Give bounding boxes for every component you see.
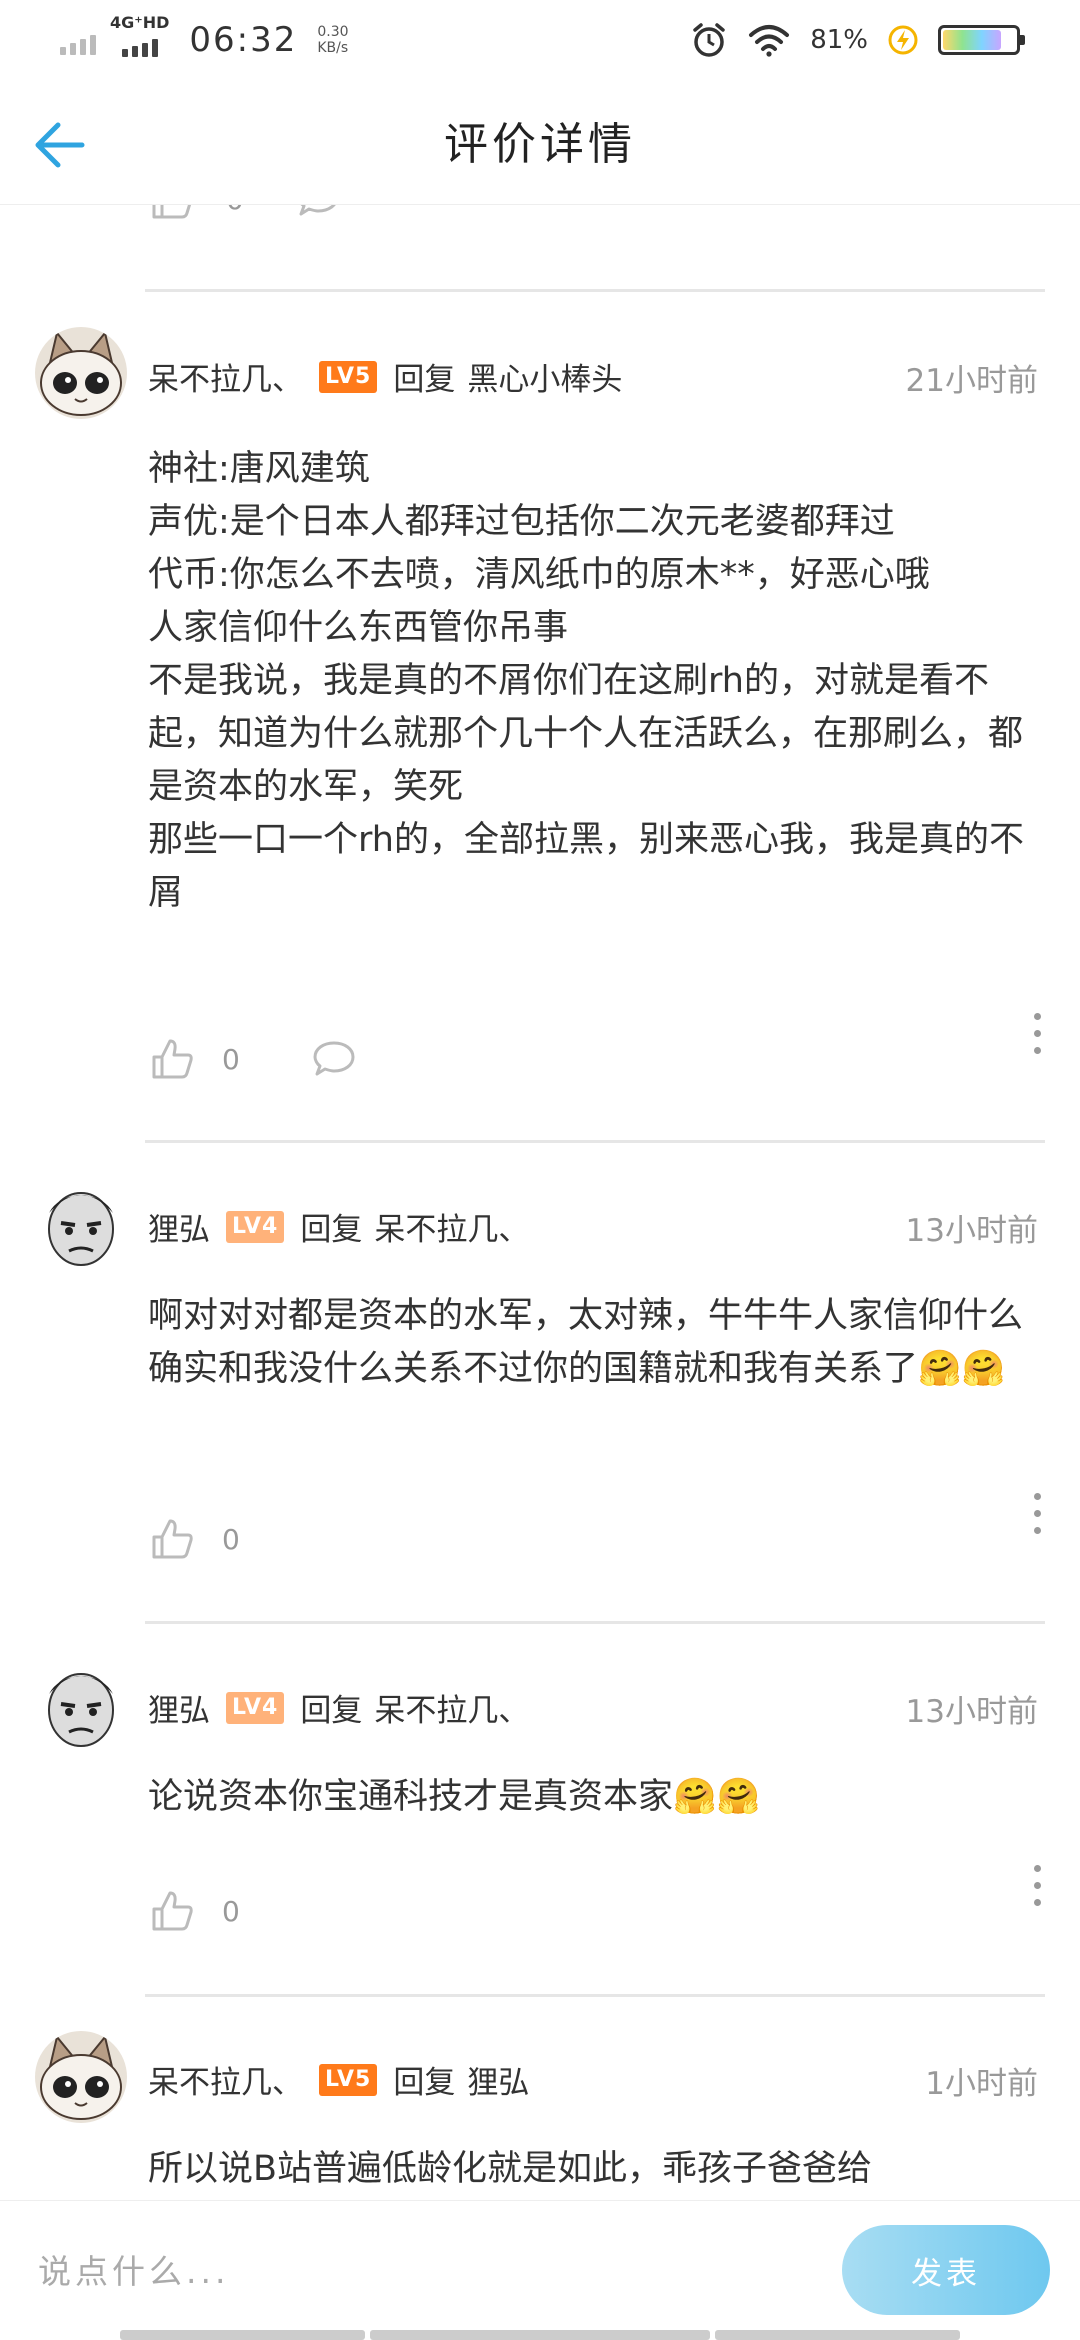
reply-label: 回复	[300, 1693, 363, 1729]
meme-face-avatar-icon	[35, 1179, 127, 1271]
more-options-icon[interactable]	[1032, 1013, 1042, 1054]
more-options-icon[interactable]	[1032, 1865, 1042, 1906]
comment-actions: 0	[150, 1517, 240, 1561]
author-name[interactable]: 狸弘	[148, 1204, 210, 1249]
thumbs-up-icon[interactable]	[150, 1889, 196, 1933]
app-header: 评价详情	[0, 80, 1080, 205]
like-count: 0	[222, 1894, 240, 1928]
comment-header: 狸弘 LV4 回复 呆不拉几、	[148, 1685, 529, 1730]
divider	[145, 289, 1045, 292]
nav-gesture-bar	[715, 2330, 960, 2340]
network-type: 4G⁺HD	[110, 13, 170, 32]
submit-button[interactable]: 发表	[842, 2225, 1050, 2315]
comment-line: 那些一口一个rh的，全部拉黑，别来恶心我，我是真的不屑	[148, 820, 1024, 913]
cat-avatar-icon	[35, 327, 127, 419]
comment-icon[interactable]	[296, 205, 340, 219]
avatar[interactable]	[35, 1660, 127, 1752]
like-count: 0	[226, 205, 244, 216]
comment-time: 1小时前	[925, 2066, 1038, 2102]
author-name[interactable]: 呆不拉几、	[148, 2057, 303, 2102]
comment-feed[interactable]: 0 呆不拉几、 LV5 回复 黑心小棒头 21小时前	[0, 205, 1080, 2200]
previous-comment-actions: 0	[150, 205, 340, 221]
comment-actions: 0	[150, 1037, 356, 1081]
status-bar: 4G⁺HD 06:32 0.30 KB/s 81%	[0, 0, 1080, 80]
divider	[145, 1994, 1045, 1997]
thumbs-up-icon[interactable]	[150, 205, 196, 221]
like-count: 0	[222, 1522, 240, 1556]
meme-face-avatar-icon	[35, 1660, 127, 1752]
signal-weak-icon	[60, 25, 96, 55]
nav-gesture-bar	[120, 2330, 365, 2340]
comment-body: 所以说B站普遍低龄化就是如此，乖孩子爸爸给	[148, 2143, 1048, 2196]
comment-body: 神社:唐风建筑 声优:是个日本人都拜过包括你二次元老婆都拜过 代币:你怎么不去喷…	[148, 443, 1048, 920]
nav-gesture-bar	[370, 2330, 710, 2340]
avatar[interactable]	[35, 1179, 127, 1271]
page-title: 评价详情	[444, 119, 636, 170]
thumbs-up-icon[interactable]	[150, 1037, 196, 1081]
comment-input-bar: 发表	[0, 2200, 1080, 2340]
divider	[145, 1140, 1045, 1143]
reply-target-name[interactable]: 黑心小棒头	[467, 354, 622, 399]
battery-icon	[938, 25, 1025, 55]
comment-line: 所以说B站普遍低龄化就是如此，乖孩子爸爸给	[148, 2149, 873, 2189]
avatar[interactable]	[35, 2031, 127, 2123]
reply-label: 回复	[300, 1212, 363, 1248]
comment-time: 21小时前	[905, 363, 1038, 399]
comment-line: 声优:是个日本人都拜过包括你二次元老婆都拜过	[148, 502, 895, 542]
comment-input[interactable]	[38, 2231, 798, 2311]
author-name[interactable]: 呆不拉几、	[148, 354, 303, 399]
reply-label: 回复	[393, 2065, 456, 2101]
comment-line: 不是我说，我是真的不屑你们在这刷rh的，对就是看不起，知道为什么就那个几十个人在…	[148, 661, 1024, 807]
thumbs-up-icon[interactable]	[150, 1517, 196, 1561]
level-badge: LV5	[319, 2063, 378, 2096]
comment-actions: 0	[150, 1889, 240, 1933]
comment-time: 13小时前	[905, 1694, 1038, 1730]
like-count: 0	[222, 1042, 240, 1076]
comment-header: 呆不拉几、 LV5 回复 黑心小棒头	[148, 354, 622, 399]
more-options-icon[interactable]	[1032, 1493, 1042, 1534]
signal-icon	[121, 39, 158, 57]
comment-line: 论说资本你宝通科技才是真资本家🤗🤗	[148, 1777, 761, 1817]
comment-line: 代币:你怎么不去喷，清风纸巾的原木**，好恶心哦	[148, 555, 930, 595]
reply-target-name[interactable]: 呆不拉几、	[374, 1204, 529, 1249]
charging-icon	[888, 25, 918, 55]
battery-percent: 81%	[810, 25, 868, 55]
avatar[interactable]	[35, 327, 127, 419]
comment-line: 神社:唐风建筑	[148, 449, 370, 489]
clock: 06:32	[189, 20, 298, 60]
alarm-icon	[693, 23, 725, 57]
comment-icon[interactable]	[312, 1039, 356, 1079]
comment-header: 狸弘 LV4 回复 呆不拉几、	[148, 1204, 529, 1249]
divider	[145, 1621, 1045, 1624]
comment-body: 论说资本你宝通科技才是真资本家🤗🤗	[148, 1771, 1048, 1824]
cat-avatar-icon	[35, 2031, 127, 2123]
level-badge: LV4	[226, 1691, 285, 1724]
reply-label: 回复	[393, 362, 456, 398]
comment-time: 13小时前	[905, 1213, 1038, 1249]
level-badge: LV4	[226, 1210, 285, 1243]
comment-body: 啊对对对都是资本的水军，太对辣，牛牛牛人家信仰什么确实和我没什么关系不过你的国籍…	[148, 1290, 1048, 1396]
reply-target-name[interactable]: 狸弘	[467, 2057, 529, 2102]
comment-header: 呆不拉几、 LV5 回复 狸弘	[148, 2057, 529, 2102]
author-name[interactable]: 狸弘	[148, 1685, 210, 1730]
reply-target-name[interactable]: 呆不拉几、	[374, 1685, 529, 1730]
network-speed: 0.30 KB/s	[317, 24, 349, 56]
wifi-icon	[749, 25, 790, 57]
level-badge: LV5	[319, 360, 378, 393]
comment-line: 啊对对对都是资本的水军，太对辣，牛牛牛人家信仰什么确实和我没什么关系不过你的国籍…	[148, 1296, 1024, 1389]
comment-line: 人家信仰什么东西管你吊事	[148, 608, 569, 648]
